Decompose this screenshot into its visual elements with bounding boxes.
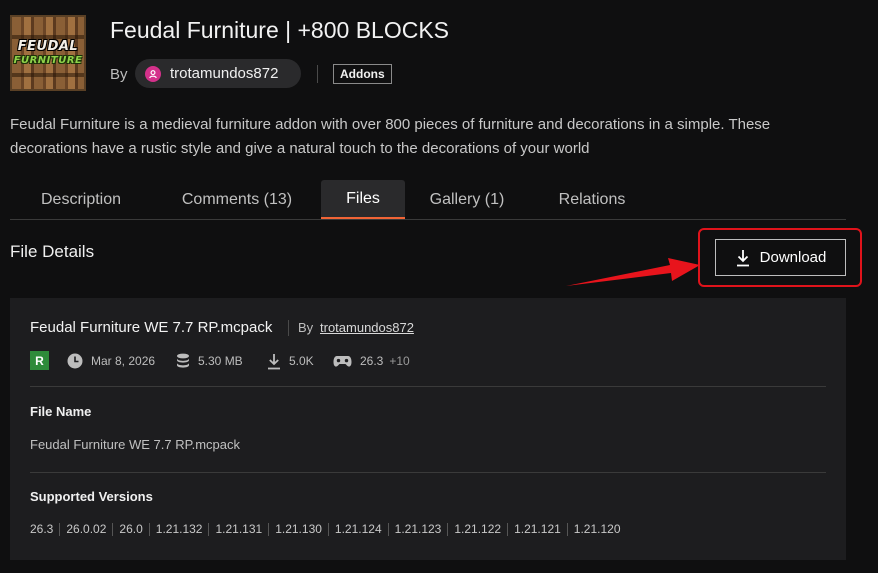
- file-date: Mar 8, 2026: [67, 350, 155, 372]
- tab-comments[interactable]: Comments (13): [152, 180, 322, 219]
- file-title: Feudal Furniture WE 7.7 RP.mcpack: [30, 319, 273, 336]
- download-icon: [268, 353, 280, 369]
- author-name: trotamundos872: [170, 65, 279, 82]
- divider: [30, 386, 826, 387]
- by-label: By: [110, 66, 128, 83]
- release-type-badge: R: [30, 351, 49, 370]
- category-tag[interactable]: Addons: [333, 64, 392, 84]
- file-card: Feudal Furniture WE 7.7 RP.mcpack By tro…: [10, 298, 846, 560]
- file-downloads-text: 5.0K: [289, 354, 314, 368]
- file-author-link[interactable]: trotamundos872: [320, 320, 414, 335]
- more-versions-text[interactable]: +10: [389, 354, 409, 368]
- tab-relations[interactable]: Relations: [529, 180, 655, 219]
- version-item: 1.21.130: [268, 523, 328, 536]
- version-item: 1.21.123: [387, 523, 448, 536]
- section-title: File Details: [10, 242, 95, 261]
- file-size-text: 5.30 MB: [198, 354, 243, 368]
- version-item: 1.21.124: [327, 523, 388, 536]
- version-item: 1.21.120: [566, 523, 627, 536]
- supported-versions-list: 26.3 26.0.02 26.0 1.21.132 1.21.131 1.21…: [30, 523, 627, 536]
- tab-bar: Description Comments (13) Files Gallery …: [10, 180, 846, 220]
- logo-text-line1: FEUDAL: [17, 39, 79, 54]
- version-item: 1.21.132: [148, 523, 209, 536]
- file-name-value: Feudal Furniture WE 7.7 RP.mcpack: [30, 437, 241, 452]
- file-downloads: 5.0K: [267, 350, 314, 372]
- file-by-label: By: [298, 320, 314, 335]
- file-name-label: File Name: [30, 404, 92, 419]
- download-button[interactable]: Download: [715, 239, 846, 276]
- download-icon: [736, 249, 749, 266]
- version-item: 26.0: [112, 523, 148, 536]
- version-item: 26.3: [30, 522, 54, 536]
- header-divider: [317, 65, 318, 83]
- logo-text-line2: FURNITURE: [13, 55, 83, 66]
- file-game-version: 26.3 +10: [333, 350, 410, 372]
- supported-versions-label: Supported Versions: [30, 489, 153, 504]
- version-item: 1.21.122: [447, 523, 507, 536]
- tab-gallery[interactable]: Gallery (1): [405, 180, 529, 219]
- game-version-text: 26.3: [360, 354, 384, 368]
- clock-icon: [67, 353, 83, 369]
- file-date-text: Mar 8, 2026: [91, 354, 156, 368]
- arrow-icon: [566, 258, 700, 286]
- tab-files[interactable]: Files: [321, 180, 405, 219]
- author-link[interactable]: trotamundos872: [135, 59, 301, 88]
- page-title: Feudal Furniture | +800 BLOCKS: [110, 17, 450, 43]
- file-title-divider: [288, 320, 289, 336]
- download-button-label: Download: [759, 249, 827, 266]
- version-item: 1.21.121: [507, 523, 567, 536]
- project-logo: FEUDAL FURNITURE: [10, 15, 86, 91]
- database-icon: [177, 353, 189, 368]
- version-item: 26.0.02: [59, 523, 112, 536]
- file-size: 5.30 MB: [176, 350, 243, 372]
- gamepad-icon: [333, 355, 352, 367]
- divider: [30, 472, 826, 473]
- version-item: 1.21.131: [208, 523, 268, 536]
- project-summary: Feudal Furniture is a medieval furniture…: [10, 116, 771, 157]
- user-icon: [145, 65, 161, 82]
- tab-description[interactable]: Description: [10, 180, 152, 219]
